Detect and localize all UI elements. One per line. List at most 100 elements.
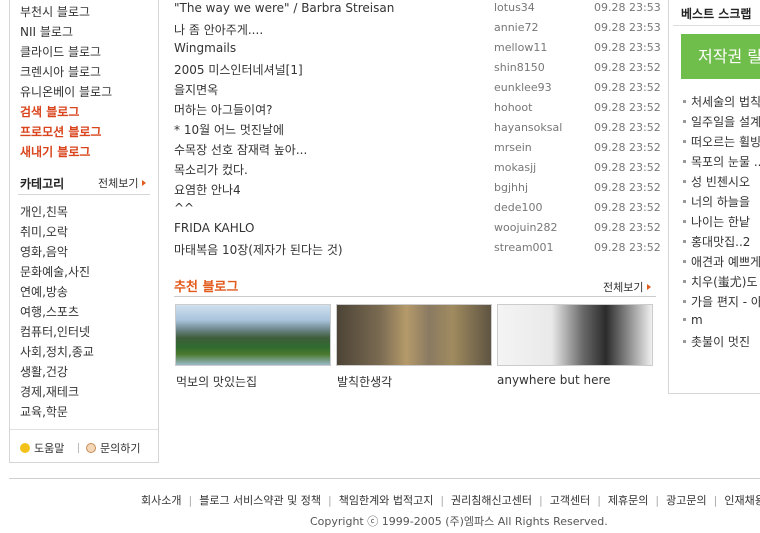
- post-author-link[interactable]: annie72: [494, 21, 539, 34]
- copyright-banner[interactable]: 저작권 릴: [681, 34, 760, 79]
- category-item[interactable]: 연예,방송: [20, 283, 68, 300]
- recommended-more-label: 전체보기: [603, 281, 644, 294]
- post-row: FRIDA KAHLO woojuin282 09.28 23:52: [174, 221, 661, 241]
- post-author-link[interactable]: mellow11: [494, 41, 547, 54]
- sidebar-blog-link[interactable]: NII 블로그: [20, 23, 73, 40]
- category-item[interactable]: 여행,스포츠: [20, 303, 79, 320]
- post-date: 09.28 23:52: [594, 161, 661, 174]
- inquiry-link[interactable]: 문의하기: [86, 440, 140, 456]
- post-date: 09.28 23:52: [594, 61, 661, 74]
- post-author-link[interactable]: hohoot: [494, 101, 532, 114]
- recommended-thumbnail-2[interactable]: [336, 304, 492, 366]
- post-date: 09.28 23:53: [594, 21, 661, 34]
- post-date: 09.28 23:52: [594, 221, 661, 234]
- category-item[interactable]: 교육,학문: [20, 403, 68, 420]
- best-scrap-item[interactable]: 너의 하늘을: [683, 193, 750, 210]
- best-scrap-item[interactable]: 홍대맛집..2: [683, 233, 750, 250]
- post-title-link[interactable]: ^^: [174, 201, 194, 215]
- post-title-link[interactable]: 요염한 안나4: [174, 181, 241, 198]
- sidebar-blog-link[interactable]: 크렌시아 블로그: [20, 63, 101, 80]
- sidebar-blog-link[interactable]: 검색 블로그: [20, 103, 79, 120]
- post-author-link[interactable]: hayansoksal: [494, 121, 562, 134]
- best-scrap-item[interactable]: 떠오르는 휠빙: [683, 133, 760, 150]
- best-scrap-item[interactable]: 나이는 한낱: [683, 213, 750, 230]
- post-row: 을지면옥 eunklee93 09.28 23:52: [174, 81, 661, 101]
- post-author-link[interactable]: bgjhhj: [494, 181, 528, 194]
- post-row: 2005 미스인터네셔널[1] shin8150 09.28 23:52: [174, 61, 661, 81]
- help-link[interactable]: 도움말: [20, 440, 64, 456]
- post-title-link[interactable]: * 10월 어느 멋진날에: [174, 121, 284, 138]
- post-author-link[interactable]: woojuin282: [494, 221, 558, 234]
- post-title-link[interactable]: 머하는 아그들이여?: [174, 101, 273, 118]
- category-item[interactable]: 문화예술,사진: [20, 263, 90, 280]
- best-scrap-item[interactable]: 촛불이 멋진: [683, 333, 750, 350]
- post-title-link[interactable]: 목소리가 컸다.: [174, 161, 248, 178]
- face-icon: [86, 443, 96, 453]
- divider: [78, 443, 79, 453]
- footer-link[interactable]: 권리침해신고센터: [451, 494, 532, 507]
- best-scrap-item[interactable]: 처세술의 법칙: [683, 93, 760, 110]
- footer-link[interactable]: 고객센터: [550, 494, 590, 507]
- post-row: ^^ dede100 09.28 23:52: [174, 201, 661, 221]
- sidebar-blog-link[interactable]: 클라이드 블로그: [20, 43, 101, 60]
- post-author-link[interactable]: dede100: [494, 201, 543, 214]
- category-item[interactable]: 경제,재테크: [20, 383, 79, 400]
- footer-separator: |: [655, 494, 660, 507]
- post-title-link[interactable]: 수목장 선호 잠재력 높아...: [174, 141, 307, 158]
- post-author-link[interactable]: mokasjj: [494, 161, 536, 174]
- footer-link[interactable]: 책임한계와 법적고지: [339, 494, 434, 507]
- best-scrap-item[interactable]: 성 빈첸시오: [683, 173, 750, 190]
- category-item[interactable]: 영화,음악: [20, 243, 68, 260]
- recommended-thumbnail-1[interactable]: [175, 304, 331, 366]
- best-scrap-item[interactable]: 애견과 예쁘게: [683, 253, 760, 270]
- post-date: 09.28 23:52: [594, 201, 661, 214]
- post-title-link[interactable]: FRIDA KAHLO: [174, 221, 254, 235]
- sidebar-blog-link[interactable]: 새내기 블로그: [20, 143, 90, 160]
- category-more-label: 전체보기: [98, 177, 139, 190]
- category-item[interactable]: 사회,정치,종교: [20, 343, 94, 360]
- footer-link[interactable]: 블로그 서비스약관 및 정책: [199, 494, 321, 507]
- best-scrap-item[interactable]: 목포의 눈물 ..: [683, 153, 760, 170]
- footer-separator: |: [328, 494, 332, 507]
- category-item[interactable]: 컴퓨터,인터넷: [20, 323, 90, 340]
- lightbulb-icon: [20, 443, 30, 453]
- best-scrap-item[interactable]: 가을 편지 - 아: [683, 293, 760, 310]
- footer-link[interactable]: 제휴문의: [608, 494, 648, 507]
- inquiry-label: 문의하기: [100, 442, 141, 455]
- footer-link[interactable]: 인재채용: [724, 494, 760, 507]
- best-scrap-item[interactable]: m: [683, 313, 703, 327]
- footer-separator: |: [440, 494, 445, 507]
- sidebar-blog-link[interactable]: 유니온베이 블로그: [20, 83, 112, 100]
- post-title-link[interactable]: "The way we were" / Barbra Streisan: [174, 1, 394, 15]
- category-more-link[interactable]: 전체보기: [98, 175, 147, 191]
- post-date: 09.28 23:52: [594, 241, 661, 254]
- recommended-caption-1[interactable]: 먹보의 맛있는집: [176, 373, 257, 390]
- footer-link[interactable]: 회사소개: [141, 494, 181, 507]
- post-author-link[interactable]: lotus34: [494, 1, 535, 14]
- post-author-link[interactable]: eunklee93: [494, 81, 552, 94]
- sidebar-blog-link[interactable]: 부천시 블로그: [20, 3, 90, 20]
- category-item[interactable]: 취미,오락: [20, 223, 68, 240]
- recommended-thumbnail-3[interactable]: [497, 304, 653, 366]
- recommended-caption-2[interactable]: 발칙한생각: [337, 373, 392, 390]
- footer-link[interactable]: 광고문의: [666, 494, 706, 507]
- category-item[interactable]: 생활,건강: [20, 363, 68, 380]
- post-author-link[interactable]: stream001: [494, 241, 554, 254]
- post-title-link[interactable]: 을지면옥: [174, 81, 218, 98]
- sidebar-blog-link[interactable]: 프로모션 블로그: [20, 123, 101, 140]
- arrow-right-icon: [647, 284, 652, 290]
- best-scrap-panel: 베스트 스크랩 저작권 릴 처세술의 법칙 일주일을 설계 떠오르는 휠빙 목포의 눈…: [668, 0, 760, 394]
- recommended-caption-3[interactable]: anywhere but here: [497, 373, 611, 387]
- category-item[interactable]: 개인,친목: [20, 203, 68, 220]
- recommended-more-link[interactable]: 전체보기: [603, 279, 652, 295]
- best-scrap-item[interactable]: 치우(蚩尤)도: [683, 273, 757, 290]
- post-title-link[interactable]: 나 좀 안아주게....: [174, 21, 263, 38]
- post-title-link[interactable]: 2005 미스인터네셔널[1]: [174, 61, 303, 78]
- post-author-link[interactable]: shin8150: [494, 61, 545, 74]
- post-row: 나 좀 안아주게.... annie72 09.28 23:53: [174, 21, 661, 41]
- best-scrap-item[interactable]: 일주일을 설계: [683, 113, 760, 130]
- post-author-link[interactable]: mrsein: [494, 141, 532, 154]
- post-title-link[interactable]: 마태복음 10장(제자가 된다는 것): [174, 241, 343, 258]
- post-title-link[interactable]: Wingmails: [174, 41, 236, 55]
- post-row: 목소리가 컸다. mokasjj 09.28 23:52: [174, 161, 661, 181]
